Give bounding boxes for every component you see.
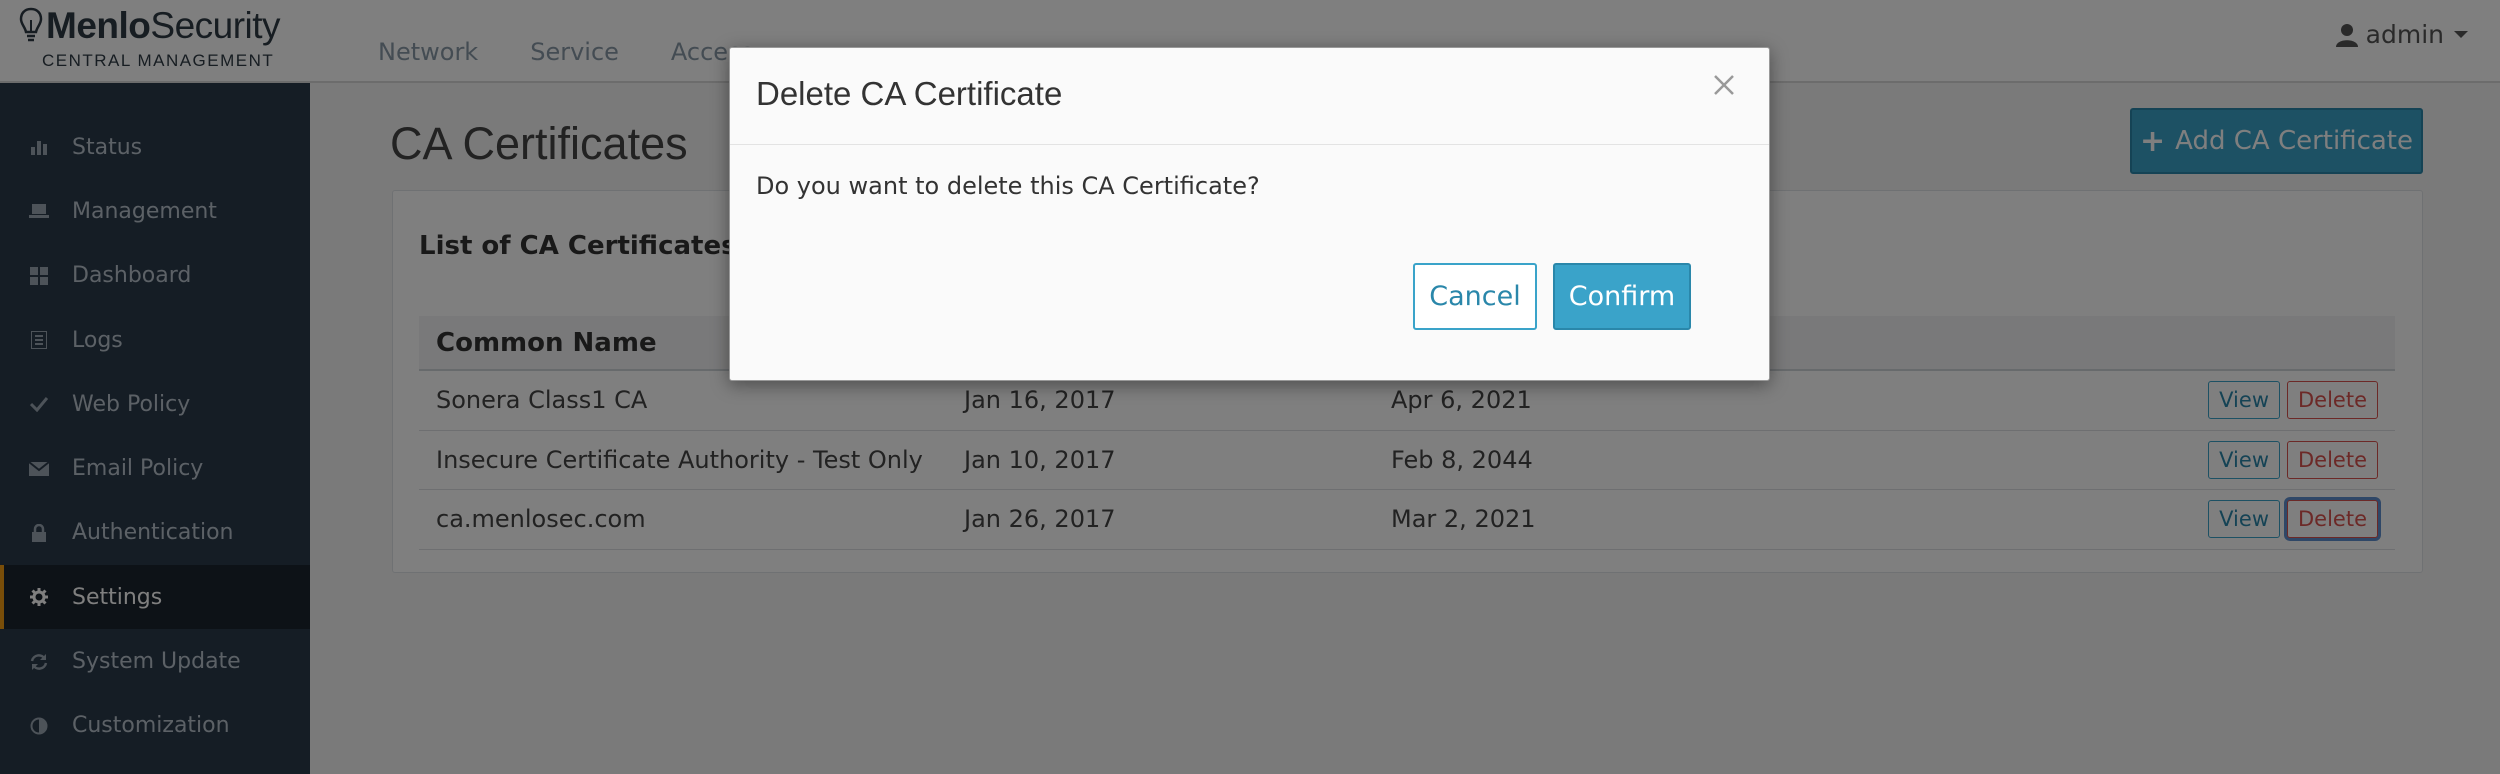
- delete-certificate-dialog: Delete CA Certificate Do you want to del…: [729, 47, 1770, 381]
- modal-message: Do you want to delete this CA Certificat…: [756, 172, 1260, 200]
- cancel-button[interactable]: Cancel: [1413, 263, 1537, 330]
- modal-header: Delete CA Certificate: [730, 48, 1769, 145]
- close-icon[interactable]: [1709, 70, 1739, 100]
- confirm-button[interactable]: Confirm: [1553, 263, 1691, 330]
- modal-title: Delete CA Certificate: [756, 75, 1063, 112]
- modal-actions: Cancel Confirm: [1413, 263, 1691, 330]
